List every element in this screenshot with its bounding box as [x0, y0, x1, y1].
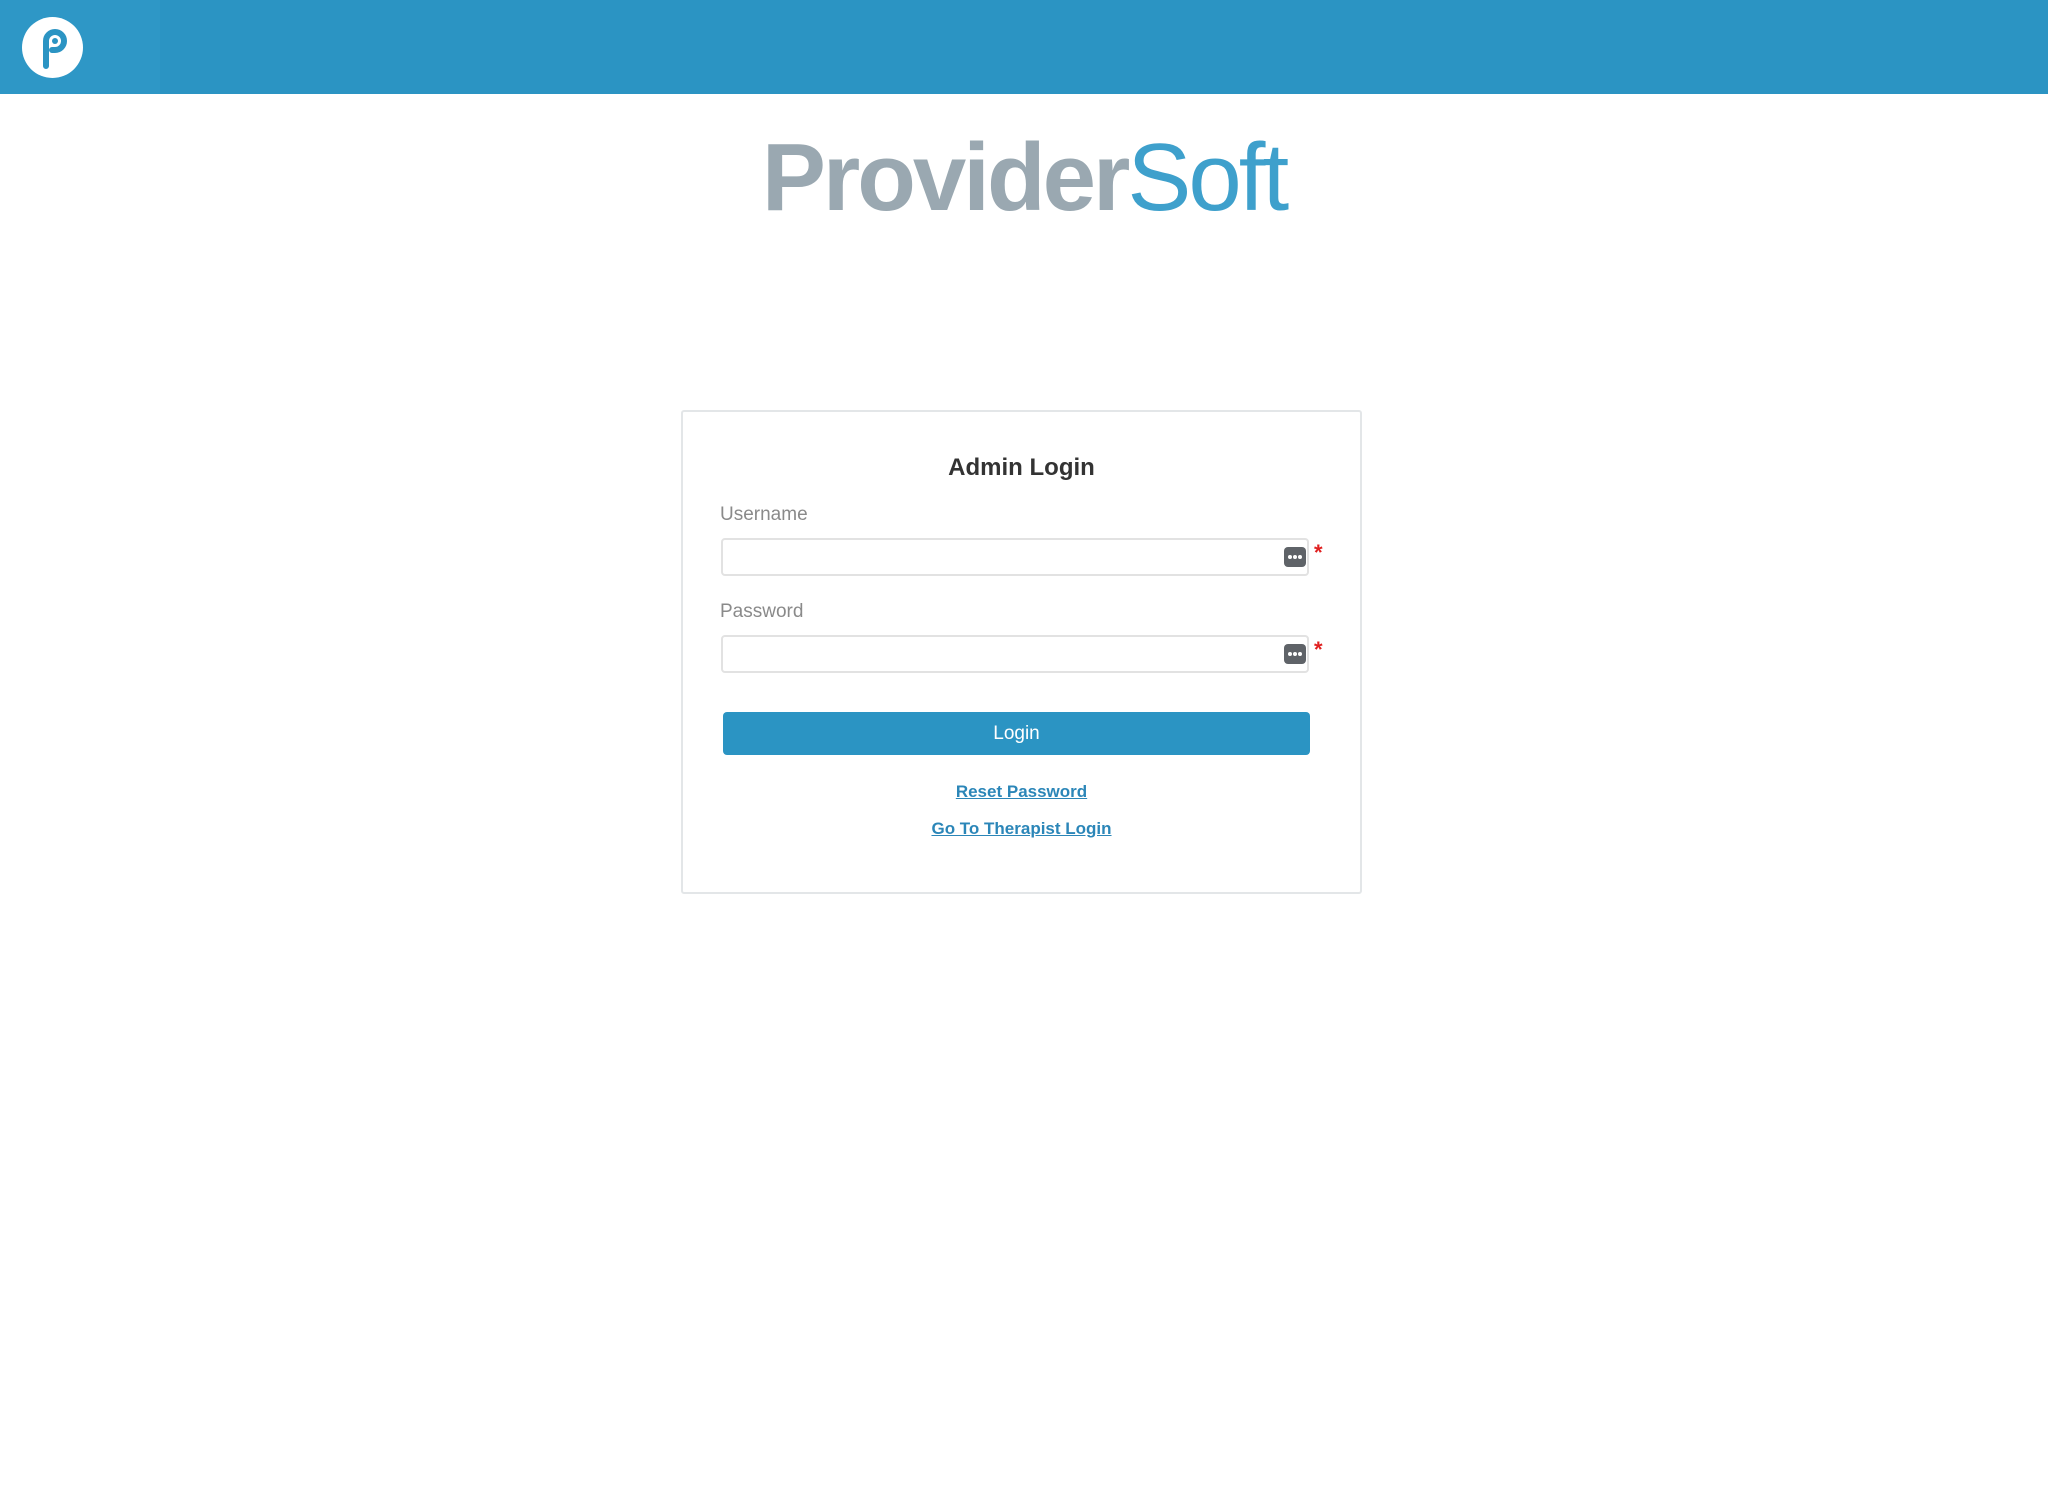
password-label: Password: [720, 601, 804, 622]
providersoft-logo-icon[interactable]: [22, 17, 83, 78]
providersoft-wordmark: ProviderSoft: [0, 130, 2048, 226]
brand-soft: Soft: [1127, 124, 1289, 231]
password-manager-key-icon[interactable]: [1284, 644, 1306, 664]
login-card: Admin Login Username * Password * Login …: [681, 410, 1362, 894]
username-field-wrapper: [721, 538, 1309, 576]
therapist-login-link[interactable]: Go To Therapist Login: [683, 819, 1360, 839]
username-required-mark: *: [1314, 540, 1323, 565]
reset-password-link[interactable]: Reset Password: [683, 782, 1360, 802]
brand-provider: Provider: [761, 124, 1130, 231]
username-input[interactable]: [723, 540, 1283, 574]
username-label: Username: [720, 504, 808, 525]
card-title: Admin Login: [948, 454, 1095, 481]
logo-tile[interactable]: [0, 0, 160, 94]
password-input[interactable]: [723, 637, 1283, 671]
password-manager-key-icon[interactable]: [1284, 547, 1306, 567]
password-field-wrapper: [721, 635, 1309, 673]
password-required-mark: *: [1314, 637, 1323, 662]
login-button[interactable]: Login: [723, 712, 1310, 755]
top-bar: [0, 0, 2048, 94]
